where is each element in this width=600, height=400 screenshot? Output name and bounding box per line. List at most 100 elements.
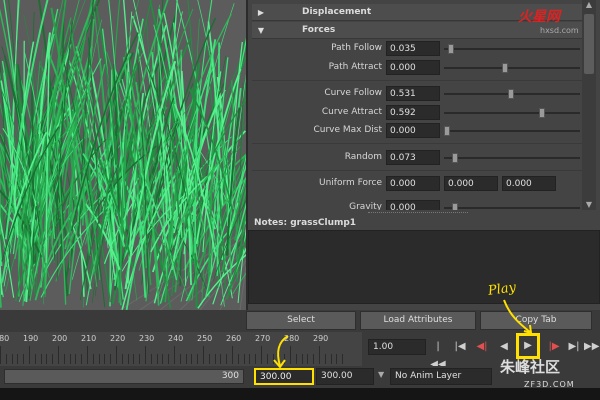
slider-handle[interactable] bbox=[452, 153, 458, 163]
time-tick-label: 190 bbox=[23, 334, 39, 343]
section-label: Displacement bbox=[302, 7, 372, 17]
time-tick bbox=[5, 354, 7, 364]
scroll-down-icon[interactable]: ▼ bbox=[582, 200, 596, 210]
time-tick bbox=[40, 354, 42, 364]
time-tick bbox=[52, 354, 54, 364]
attr-value-field[interactable]: 0.073 bbox=[386, 150, 440, 165]
range-slider-bar[interactable]: 300 bbox=[4, 369, 244, 384]
time-tick bbox=[208, 354, 210, 364]
play-backwards-icon[interactable]: ◀ bbox=[496, 338, 512, 356]
time-slider-labels: 180190200210220230240250260270280290 bbox=[0, 334, 362, 344]
scrollbar-thumb[interactable] bbox=[584, 14, 594, 74]
step-back-frame-icon[interactable]: |◀ bbox=[452, 338, 468, 356]
go-to-start-icon[interactable]: |◀◀ bbox=[430, 338, 446, 370]
attr-slider[interactable] bbox=[444, 203, 580, 210]
time-tick bbox=[243, 354, 245, 364]
splitter-grip[interactable] bbox=[368, 212, 468, 214]
attr-curve-max-dist: Curve Max Dist 0.000 bbox=[252, 123, 584, 139]
time-tick bbox=[313, 354, 315, 364]
attr-gravity: Gravity 0.000 bbox=[252, 200, 584, 210]
load-attributes-button[interactable]: Load Attributes bbox=[360, 311, 476, 330]
slider-handle[interactable] bbox=[444, 126, 450, 136]
time-tick bbox=[330, 354, 332, 364]
playback-controls: 1.00 |◀◀ |◀ ◀| ◀ ▶ |▶ ▶| ▶▶| bbox=[362, 332, 600, 370]
attr-label: Path Follow bbox=[331, 43, 382, 53]
notes-textarea[interactable] bbox=[248, 230, 600, 304]
time-tick bbox=[58, 346, 59, 364]
attr-random: Random 0.073 bbox=[252, 150, 584, 166]
time-tick-label: 230 bbox=[139, 334, 155, 343]
time-tick bbox=[139, 354, 141, 364]
range-start-value: 300 bbox=[221, 371, 239, 381]
attr-value-field-z[interactable]: 0.000 bbox=[502, 176, 556, 191]
time-tick bbox=[34, 354, 36, 364]
time-tick bbox=[116, 346, 117, 364]
time-tick bbox=[203, 346, 204, 364]
attr-slider[interactable] bbox=[444, 126, 580, 136]
scroll-up-icon[interactable]: ▲ bbox=[582, 0, 596, 10]
attr-slider[interactable] bbox=[444, 63, 580, 73]
step-forward-frame-icon[interactable]: ▶| bbox=[566, 338, 582, 356]
step-back-key-icon[interactable]: ◀| bbox=[474, 338, 490, 356]
anim-layer-dropdown[interactable]: No Anim Layer bbox=[390, 368, 492, 385]
attr-value-field[interactable]: 0.000 bbox=[386, 200, 440, 210]
time-tick bbox=[110, 354, 112, 364]
3d-viewport[interactable] bbox=[0, 0, 246, 310]
step-forward-key-icon[interactable]: |▶ bbox=[546, 338, 562, 356]
dropdown-arrow-icon[interactable]: ▼ bbox=[378, 370, 384, 379]
go-to-end-icon[interactable]: ▶▶| bbox=[584, 338, 600, 356]
time-tick bbox=[11, 354, 13, 364]
time-tick bbox=[261, 346, 262, 364]
slider-handle[interactable] bbox=[508, 89, 514, 99]
section-label: Forces bbox=[302, 25, 336, 35]
slider-handle[interactable] bbox=[448, 44, 454, 54]
attr-slider[interactable] bbox=[444, 44, 580, 54]
time-tick bbox=[191, 354, 193, 364]
divider bbox=[252, 170, 584, 171]
attr-value-field[interactable]: 0.000 bbox=[386, 123, 440, 138]
attr-value-field[interactable]: 0.000 bbox=[386, 60, 440, 75]
expanded-arrow-icon[interactable]: ▼ bbox=[252, 26, 270, 35]
attr-path-attract: Path Attract 0.000 bbox=[252, 60, 584, 76]
time-tick bbox=[23, 354, 25, 364]
time-tick bbox=[87, 346, 88, 364]
time-tick bbox=[127, 354, 129, 364]
time-tick bbox=[342, 354, 344, 364]
time-tick bbox=[174, 346, 175, 364]
attr-slider[interactable] bbox=[444, 108, 580, 118]
select-button[interactable]: Select bbox=[246, 311, 356, 330]
attr-value-field-y[interactable]: 0.000 bbox=[444, 176, 498, 191]
current-time-field[interactable]: 1.00 bbox=[368, 339, 426, 355]
attr-value-field[interactable]: 0.531 bbox=[386, 86, 440, 101]
attribute-editor: ▶ Displacement ▼ Forces Path Follow 0.03… bbox=[246, 0, 600, 310]
end-time-arrow-icon bbox=[273, 335, 289, 369]
slider-handle[interactable] bbox=[502, 63, 508, 73]
time-tick bbox=[133, 354, 135, 364]
attr-label: Path Attract bbox=[328, 62, 382, 72]
collapsed-arrow-icon[interactable]: ▶ bbox=[252, 8, 270, 17]
attr-value-field-x[interactable]: 0.000 bbox=[386, 176, 440, 191]
playback-end-field[interactable]: 300.00 bbox=[254, 368, 314, 385]
attribute-scroll-area[interactable]: ▶ Displacement ▼ Forces Path Follow 0.03… bbox=[252, 0, 584, 210]
anim-end-field[interactable]: 300.00 bbox=[316, 368, 374, 385]
attr-slider[interactable] bbox=[444, 89, 580, 99]
slider-handle[interactable] bbox=[452, 203, 458, 210]
attr-value-field[interactable]: 0.592 bbox=[386, 105, 440, 120]
time-slider[interactable]: 180190200210220230240250260270280290 bbox=[0, 332, 362, 366]
time-tick bbox=[145, 346, 146, 364]
attr-value-field[interactable]: 0.035 bbox=[386, 41, 440, 56]
time-tick bbox=[168, 354, 170, 364]
time-tick-label: 220 bbox=[110, 334, 126, 343]
time-tick bbox=[255, 354, 257, 364]
time-tick bbox=[226, 354, 228, 364]
time-tick bbox=[324, 354, 326, 364]
time-tick bbox=[162, 354, 164, 364]
attr-slider[interactable] bbox=[444, 153, 580, 163]
command-line[interactable] bbox=[0, 388, 600, 400]
time-tick bbox=[185, 354, 187, 364]
time-tick-label: 250 bbox=[197, 334, 213, 343]
attribute-scrollbar[interactable]: ▲ ▼ bbox=[582, 0, 596, 210]
slider-handle[interactable] bbox=[539, 108, 545, 118]
watermark-url-top: hxsd.com bbox=[540, 26, 579, 35]
time-tick bbox=[214, 354, 216, 364]
